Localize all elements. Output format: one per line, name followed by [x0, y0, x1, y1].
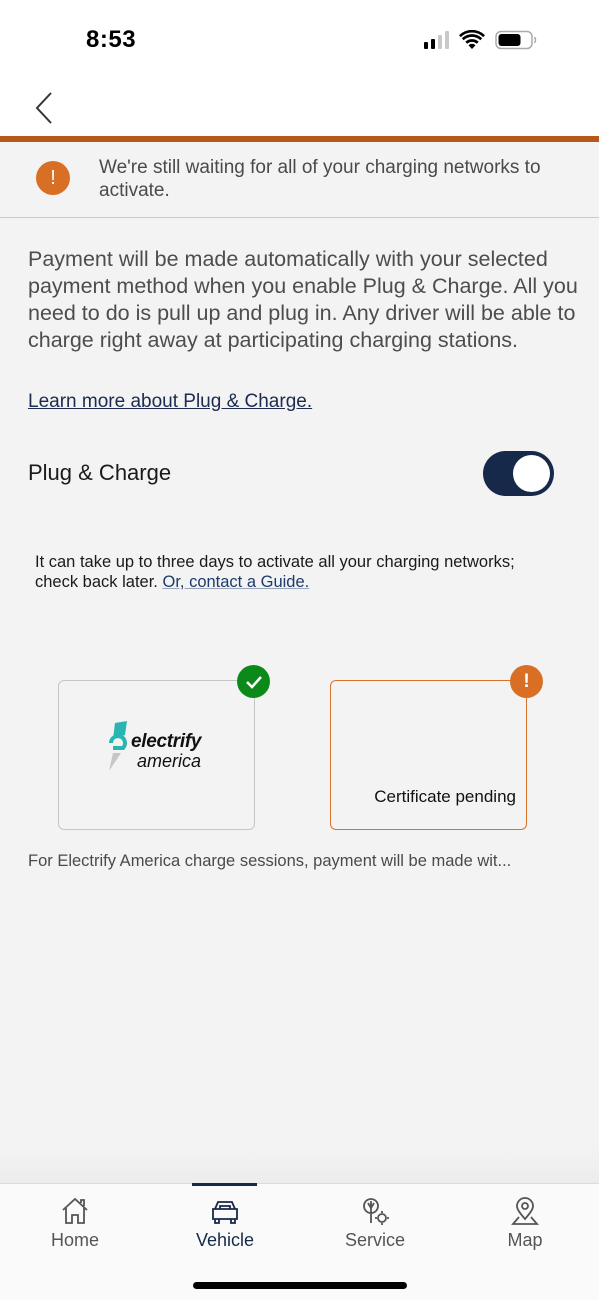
- tab-service[interactable]: Service: [300, 1184, 450, 1264]
- check-icon: [237, 665, 270, 698]
- battery-icon: [495, 30, 537, 50]
- wifi-icon: [459, 30, 485, 49]
- network-card-electrify-america[interactable]: electrify america: [58, 680, 255, 830]
- status-bar: 8:53: [0, 0, 599, 80]
- tab-label: Home: [50, 1230, 99, 1250]
- logo-word-america: america: [137, 751, 202, 771]
- tab-map[interactable]: Map: [450, 1184, 599, 1264]
- home-indicator[interactable]: [193, 1282, 407, 1289]
- toggle-knob: [513, 455, 550, 492]
- home-icon: [62, 1197, 88, 1224]
- map-pin-icon: [511, 1197, 539, 1225]
- exclamation-icon: !: [36, 161, 70, 195]
- tab-label: Vehicle: [195, 1230, 255, 1250]
- tabbar-shadow: [0, 1150, 599, 1184]
- back-button[interactable]: [28, 88, 60, 128]
- plug-charge-label: Plug & Charge: [28, 460, 172, 485]
- lightning-bolt-icon: [109, 721, 127, 771]
- chevron-left-icon: [35, 92, 52, 124]
- plug-charge-description: Payment will be made automatically with …: [28, 247, 578, 352]
- tab-home[interactable]: Home: [0, 1184, 150, 1264]
- activation-warning-banner: ! We're still waiting for all of your ch…: [0, 142, 599, 218]
- network-card-pending[interactable]: Certificate pending: [330, 680, 527, 830]
- electrify-america-logo: electrify america: [105, 721, 225, 773]
- activation-info-text: It can take up to three days to activate…: [35, 552, 555, 592]
- exclamation-icon: !: [510, 665, 543, 698]
- car-icon: [212, 1201, 238, 1224]
- tab-label: Service: [344, 1230, 406, 1250]
- contact-guide-link[interactable]: Or, contact a Guide.: [162, 573, 309, 591]
- nav-bar: [0, 80, 599, 136]
- plug-charge-row: Plug & Charge: [28, 451, 554, 497]
- status-time: 8:53: [86, 26, 137, 53]
- certificate-pending-status: Certificate pending: [374, 787, 516, 806]
- cellular-signal-icon: [424, 31, 449, 49]
- learn-more-link[interactable]: Learn more about Plug & Charge.: [28, 391, 312, 413]
- tab-vehicle[interactable]: Vehicle: [150, 1184, 300, 1264]
- service-icon: [363, 1198, 389, 1225]
- logo-word-electrify: electrify: [131, 731, 202, 752]
- plug-charge-toggle[interactable]: [483, 451, 554, 496]
- banner-message: We're still waiting for all of your char…: [99, 157, 541, 201]
- tab-label: Map: [507, 1230, 543, 1250]
- electrify-payment-footnote: For Electrify America charge sessions, p…: [28, 852, 512, 870]
- status-icons: [424, 30, 537, 50]
